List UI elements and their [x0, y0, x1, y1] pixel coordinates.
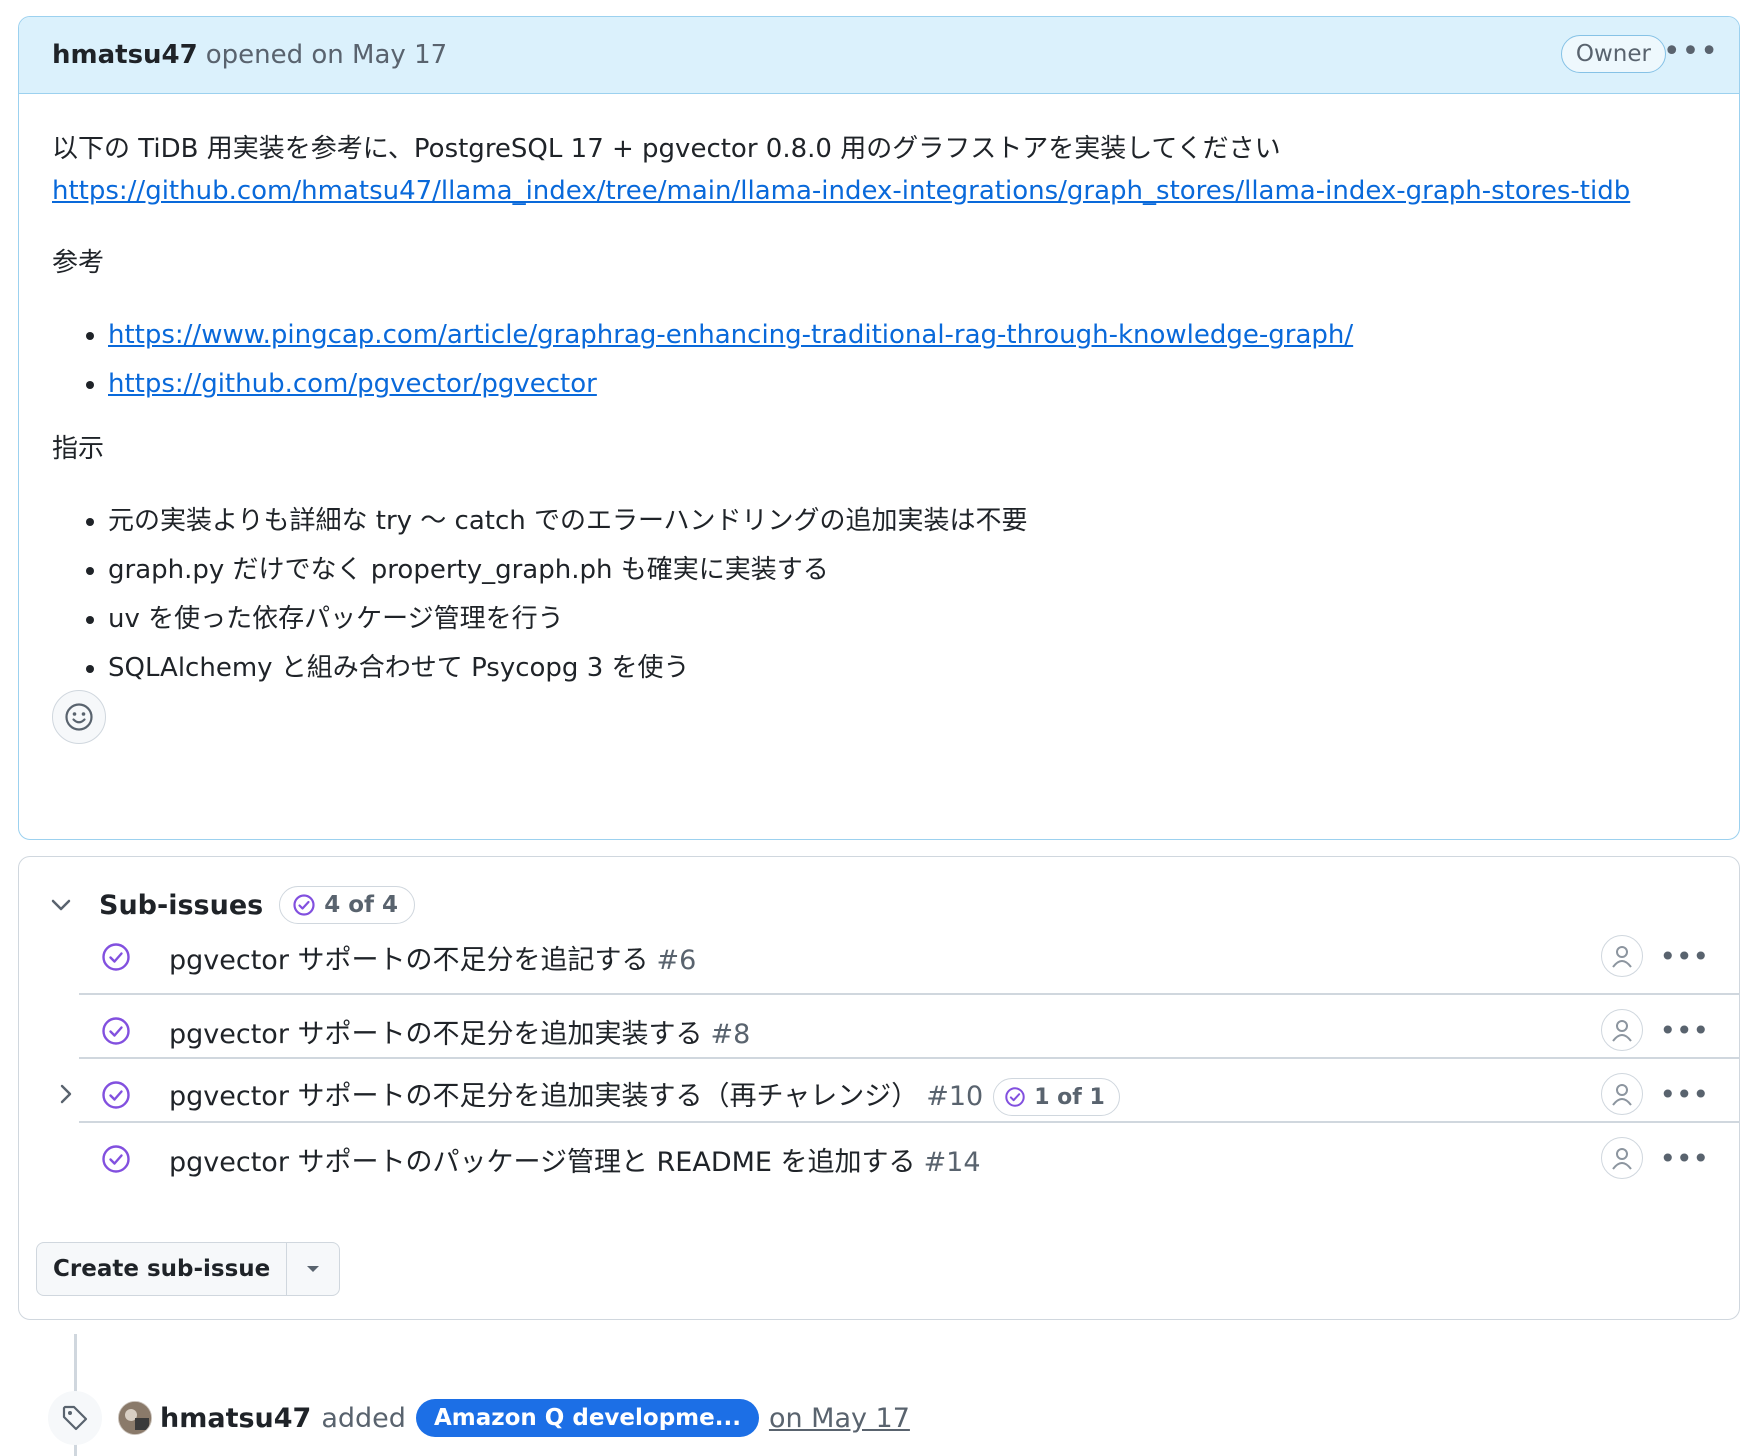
row-options-icon[interactable]: •••	[1659, 1145, 1709, 1173]
create-sub-issue-button[interactable]: Create sub-issue	[37, 1243, 288, 1295]
assignee-placeholder[interactable]	[1601, 935, 1643, 977]
sub-issue-row[interactable]: pgvector サポートの不足分を追記する #6 •••	[79, 921, 1739, 993]
person-icon	[1612, 946, 1632, 968]
sub-issue-title-text[interactable]: pgvector サポートの不足分を追記する	[169, 945, 649, 976]
ref-link[interactable]: https://www.pingcap.com/article/graphrag…	[108, 320, 1353, 350]
ref-link[interactable]: https://github.com/pgvector/pgvector	[108, 369, 597, 399]
sub-issue-number: #14	[923, 1146, 981, 1178]
add-reaction-button[interactable]	[52, 690, 106, 744]
sub-issue-row[interactable]: pgvector サポートのパッケージ管理と README を追加する #14 •…	[79, 1121, 1739, 1195]
person-icon	[1612, 1020, 1632, 1042]
sub-issues-count-badge: 4 of 4	[279, 886, 416, 924]
sub-issue-number: #6	[656, 944, 697, 976]
closed-issue-icon	[102, 1017, 130, 1045]
sub-issues-count: 4 of 4	[324, 892, 399, 918]
instr-heading: 指示	[52, 434, 105, 464]
sub-issue-number: #8	[710, 1018, 751, 1050]
sub-issue-row[interactable]: pgvector サポートの不足分を追加実装する #8 •••	[79, 993, 1739, 1067]
list-item: uv を使った依存パッケージ管理を行う	[108, 598, 1706, 640]
tag-icon	[62, 1405, 88, 1431]
sub-issue-row[interactable]: pgvector サポートの不足分を追加実装する（再チャレンジ） #10 1 of …	[60, 1057, 1739, 1131]
ref-heading: 参考	[52, 248, 105, 278]
sub-issue-title[interactable]: pgvector サポートの不足分を追記する #6	[169, 938, 696, 977]
nested-count-badge: 1 of 1	[993, 1078, 1120, 1117]
sub-issue-title-text[interactable]: pgvector サポートの不足分を追加実装する（再チャレンジ）	[169, 1081, 918, 1112]
assignee-placeholder[interactable]	[1601, 1073, 1643, 1115]
opened-text: opened on May 17	[205, 40, 448, 70]
list-item: https://github.com/pgvector/pgvector	[108, 363, 1706, 405]
assignee-placeholder[interactable]	[1601, 1137, 1643, 1179]
row-options-icon[interactable]: •••	[1659, 943, 1709, 971]
list-item: SQLAlchemy と組み合わせて Psycopg 3 を使う	[108, 647, 1706, 689]
sub-issue-number: #10	[926, 1080, 984, 1112]
label-pill[interactable]: Amazon Q developme...	[415, 1399, 759, 1437]
list-item: 元の実装よりも詳細な try 〜 catch でのエラーハンドリングの追加実装は…	[108, 500, 1706, 542]
check-circle-icon	[293, 894, 315, 916]
nested-count: 1 of 1	[1034, 1084, 1105, 1110]
closed-issue-icon	[102, 1145, 130, 1173]
assignee-placeholder[interactable]	[1601, 1009, 1643, 1051]
comment-author[interactable]: hmatsu47	[52, 40, 198, 70]
avatar-image	[119, 1402, 151, 1434]
closed-issue-icon	[102, 1081, 130, 1109]
intro-text: 以下の TiDB 用実装を参考に、PostgreSQL 17 + pgvecto…	[52, 134, 1281, 164]
chevron-right-icon[interactable]	[55, 1081, 77, 1107]
sub-issue-title[interactable]: pgvector サポートのパッケージ管理と README を追加する #14	[169, 1140, 981, 1179]
person-icon	[1612, 1084, 1632, 1106]
event-author[interactable]: hmatsu47	[160, 1403, 311, 1434]
instruction-list: 元の実装よりも詳細な try 〜 catch でのエラーハンドリングの追加実装は…	[52, 500, 1706, 689]
row-options-icon[interactable]: •••	[1659, 1017, 1709, 1045]
issue-comment: hmatsu47 opened on May 17 Owner ••• 以下の …	[18, 16, 1740, 840]
sub-issue-title-text[interactable]: pgvector サポートのパッケージ管理と README を追加する	[169, 1147, 916, 1178]
list-item: https://www.pingcap.com/article/graphrag…	[108, 314, 1706, 356]
comment-body: 以下の TiDB 用実装を参考に、PostgreSQL 17 + pgvecto…	[19, 94, 1739, 689]
comment-options-icon[interactable]: •••	[1663, 37, 1719, 67]
event-action: added	[321, 1402, 406, 1434]
triangle-down-icon	[307, 1266, 320, 1272]
sub-issues-title: Sub-issues	[99, 889, 264, 921]
person-icon	[1612, 1148, 1632, 1170]
smiley-icon	[65, 703, 93, 731]
comment-header: hmatsu47 opened on May 17 Owner •••	[19, 17, 1739, 94]
tag-icon-badge	[48, 1391, 102, 1445]
owner-badge: Owner	[1560, 35, 1666, 73]
avatar[interactable]	[118, 1401, 152, 1435]
check-circle-icon	[1005, 1087, 1025, 1107]
label-event: hmatsu47 added Amazon Q developme... on …	[48, 1390, 910, 1446]
sub-issue-title[interactable]: pgvector サポートの不足分を追加実装する（再チャレンジ） #10 1 of …	[169, 1074, 1120, 1117]
ref-list: https://www.pingcap.com/article/graphrag…	[52, 314, 1706, 405]
closed-issue-icon	[102, 943, 130, 971]
create-sub-issue-dropdown[interactable]	[287, 1243, 339, 1295]
event-date[interactable]: on May 17	[769, 1403, 910, 1434]
intro-link[interactable]: https://github.com/hmatsu47/llama_index/…	[52, 176, 1630, 206]
list-item: graph.py だけでなく property_graph.ph も確実に実装す…	[108, 549, 1706, 591]
sub-issue-title[interactable]: pgvector サポートの不足分を追加実装する #8	[169, 1012, 750, 1051]
sub-issue-title-text[interactable]: pgvector サポートの不足分を追加実装する	[169, 1019, 703, 1050]
row-options-icon[interactable]: •••	[1659, 1081, 1709, 1109]
chevron-down-icon[interactable]	[49, 893, 73, 917]
create-sub-issue-button-group: Create sub-issue	[36, 1242, 341, 1296]
